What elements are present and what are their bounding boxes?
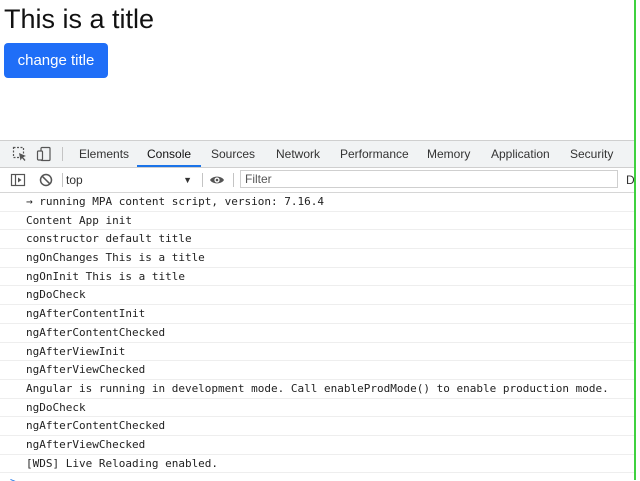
tab-performance[interactable]: Performance xyxy=(340,141,409,167)
prompt-chevron-icon: > xyxy=(10,475,17,481)
context-select-value: top xyxy=(66,173,83,187)
tab-application[interactable]: Application xyxy=(491,141,550,167)
device-toolbar-icon[interactable] xyxy=(36,146,52,162)
console-message: Angular is running in development mode. … xyxy=(0,380,634,399)
context-select[interactable]: top ▼ xyxy=(66,171,200,189)
toolbar-divider xyxy=(62,173,63,187)
tab-network[interactable]: Network xyxy=(276,141,320,167)
console-message: ngAfterViewInit xyxy=(0,343,634,362)
toolbar-divider xyxy=(233,173,234,187)
inspect-element-icon[interactable] xyxy=(12,146,28,162)
sidebar-toggle-icon[interactable] xyxy=(10,172,26,188)
toolbar-overflow-text[interactable]: D xyxy=(626,171,634,189)
filter-input[interactable] xyxy=(240,170,618,188)
page-title: This is a title xyxy=(4,4,155,34)
console-message: → running MPA content script, version: 7… xyxy=(0,193,634,212)
tab-sources[interactable]: Sources xyxy=(211,141,255,167)
toolbar-divider xyxy=(202,173,203,187)
change-title-button[interactable]: change title xyxy=(4,43,108,78)
console-message: constructor default title xyxy=(0,230,634,250)
tab-security[interactable]: Security xyxy=(570,141,613,167)
tab-memory[interactable]: Memory xyxy=(427,141,470,167)
devtools-panel: Elements Console Sources Network Perform… xyxy=(0,140,634,481)
tab-elements[interactable]: Elements xyxy=(79,141,129,167)
console-message: ngDoCheck xyxy=(0,399,634,418)
tab-console[interactable]: Console xyxy=(137,141,202,167)
triangle-down-icon: ▼ xyxy=(183,175,192,185)
toolbar-divider xyxy=(62,147,63,161)
console-message: ngOnChanges This is a title xyxy=(0,249,634,268)
console-message: ngAfterContentChecked xyxy=(0,324,634,343)
console-message: ngOnInit This is a title xyxy=(0,268,634,287)
console-messages: → running MPA content script, version: 7… xyxy=(0,193,634,481)
console-message: [WDS] Live Reloading enabled. xyxy=(0,455,634,474)
console-message: ngAfterContentInit xyxy=(0,305,634,324)
console-message: ngAfterViewChecked xyxy=(0,361,634,380)
eye-icon[interactable] xyxy=(209,172,225,188)
devtools-tab-bar: Elements Console Sources Network Perform… xyxy=(0,141,634,168)
console-message: ngDoCheck xyxy=(0,286,634,306)
console-message: Content App init xyxy=(0,212,634,231)
console-message: ngAfterContentChecked xyxy=(0,417,634,436)
window-edge-line xyxy=(634,0,636,480)
console-toolbar: top ▼ D xyxy=(0,168,634,193)
console-message: ngAfterViewChecked xyxy=(0,436,634,455)
clear-console-icon[interactable] xyxy=(38,172,54,188)
